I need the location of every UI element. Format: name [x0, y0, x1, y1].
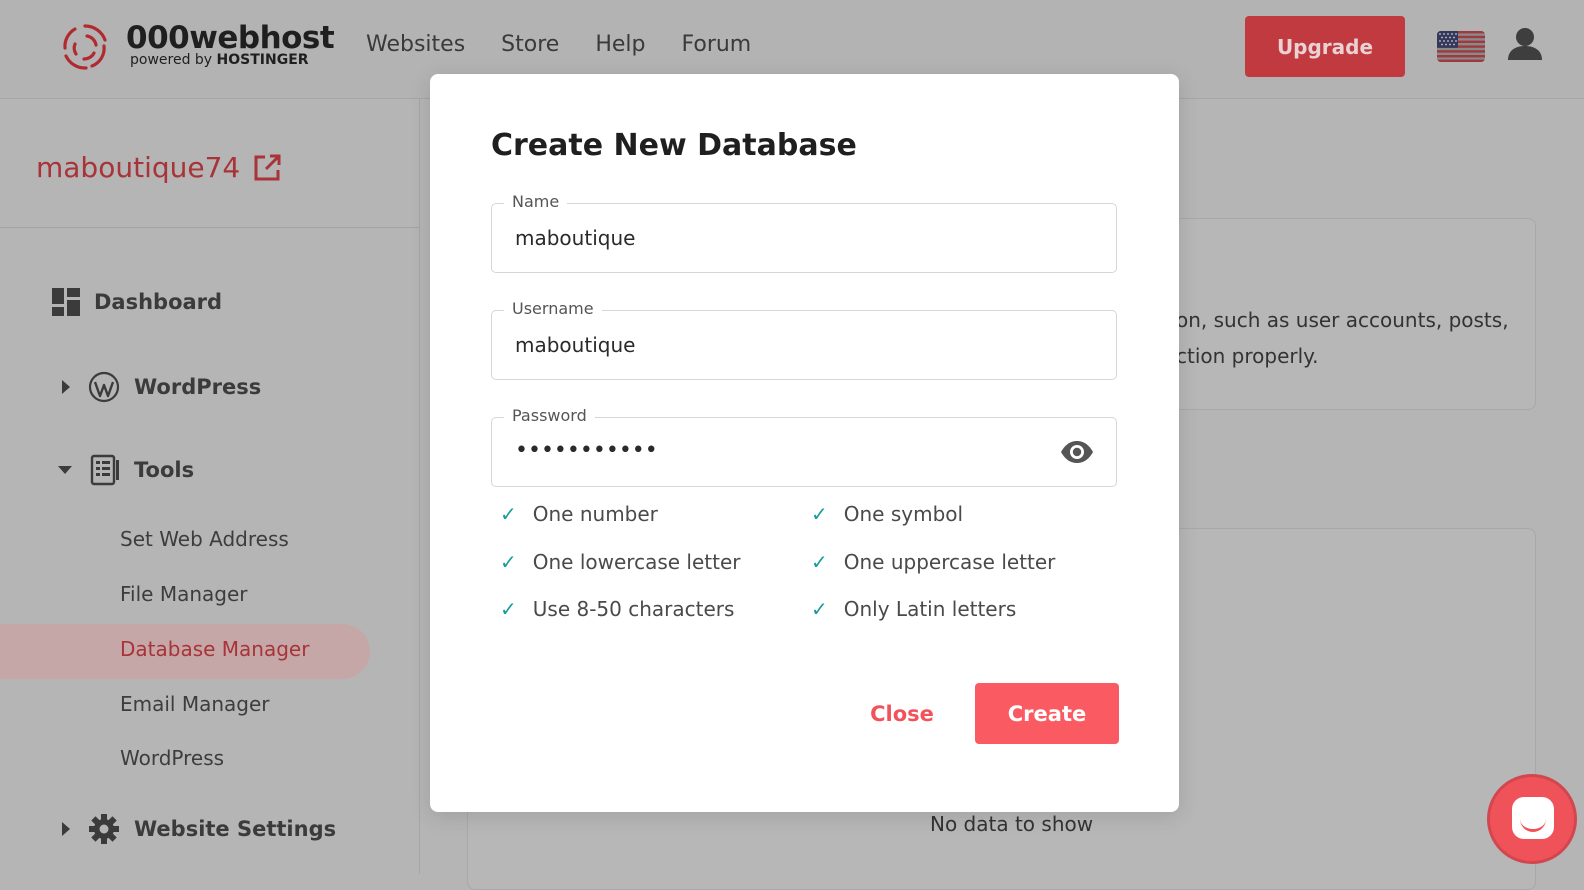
- check-icon: ✓: [811, 502, 828, 526]
- logo-sub-prefix: powered by: [130, 52, 217, 68]
- upgrade-button[interactable]: Upgrade: [1245, 16, 1405, 77]
- user-account-icon[interactable]: [1507, 26, 1543, 66]
- requirement-item: ✓ One uppercase letter: [811, 550, 1055, 574]
- nav-forum[interactable]: Forum: [681, 32, 751, 57]
- logo-subtext: powered by HOSTINGER: [130, 52, 309, 68]
- requirement-label: One number: [532, 502, 658, 526]
- username-input[interactable]: [515, 333, 1035, 357]
- sidebar-item-tools[interactable]: Tools: [58, 454, 194, 486]
- sidebar-item-label: Tools: [134, 458, 195, 482]
- sidebar-sub-file-manager[interactable]: File Manager: [120, 582, 248, 606]
- sidebar-item-website-settings[interactable]: Website Settings: [62, 813, 336, 845]
- show-password-eye-icon[interactable]: [1060, 440, 1094, 464]
- name-field[interactable]: Name: [491, 192, 1117, 273]
- sidebar-divider: [0, 227, 419, 228]
- requirement-label: Only Latin letters: [843, 597, 1017, 621]
- close-button[interactable]: Close: [842, 684, 962, 744]
- requirement-label: One symbol: [843, 502, 964, 526]
- check-icon: ✓: [811, 597, 828, 621]
- logo-sub-brand: HOSTINGER: [216, 52, 309, 68]
- caret-down-icon: [58, 466, 72, 474]
- nav-help[interactable]: Help: [595, 32, 645, 57]
- modal-title: Create New Database: [491, 128, 857, 163]
- empty-state-text: No data to show: [930, 812, 1094, 836]
- sidebar-item-wordpress[interactable]: WordPress: [62, 371, 261, 403]
- password-input[interactable]: •••••••••••: [515, 438, 1035, 463]
- logo[interactable]: 000webhost powered by HOSTINGER: [58, 18, 335, 76]
- sidebar-sub-email-manager[interactable]: Email Manager: [120, 692, 270, 716]
- sidebar-item-dashboard[interactable]: Dashboard: [52, 288, 222, 316]
- site-name: maboutique74: [36, 151, 241, 184]
- sidebar-item-label: Website Settings: [134, 817, 337, 841]
- info-card-line: ction properly.: [1176, 344, 1319, 368]
- requirement-label: Use 8-50 characters: [532, 597, 735, 621]
- logo-swirl-icon: [63, 24, 107, 70]
- create-button[interactable]: Create: [975, 683, 1119, 744]
- sidebar-sub-wordpress[interactable]: WordPress: [120, 746, 224, 770]
- sidebar-sub-database-manager[interactable]: Database Manager: [120, 637, 309, 661]
- info-card-text: on, such as user accounts, posts, ction …: [1176, 302, 1509, 374]
- sidebar-item-label: Dashboard: [94, 290, 223, 314]
- info-card-line: on, such as user accounts, posts,: [1176, 308, 1509, 332]
- caret-right-icon: [62, 822, 70, 836]
- main-nav: Websites Store Help Forum: [366, 32, 751, 57]
- sidebar-sub-set-web-address[interactable]: Set Web Address: [120, 527, 289, 551]
- check-icon: ✓: [811, 550, 828, 574]
- sidebar-item-label: WordPress: [134, 375, 262, 399]
- dashboard-icon: [52, 288, 80, 316]
- us-flag-icon[interactable]: [1437, 31, 1485, 62]
- chat-icon: [1512, 797, 1554, 839]
- create-database-modal: Create New Database Name Username Passwo…: [430, 74, 1179, 812]
- nav-store[interactable]: Store: [501, 32, 559, 57]
- requirement-item: ✓ One lowercase letter: [500, 550, 741, 574]
- password-field-label: Password: [504, 406, 595, 425]
- chat-support-button[interactable]: [1487, 774, 1577, 864]
- external-link-icon: [254, 154, 281, 180]
- check-icon: ✓: [500, 597, 517, 621]
- gear-icon: [89, 814, 119, 844]
- wordpress-icon: [88, 371, 120, 403]
- username-field-label: Username: [504, 299, 602, 318]
- check-icon: ✓: [500, 550, 517, 574]
- requirement-item: ✓ One number: [500, 502, 658, 526]
- nav-websites[interactable]: Websites: [366, 32, 465, 57]
- tools-icon: [90, 454, 119, 486]
- requirement-label: One uppercase letter: [843, 550, 1056, 574]
- requirement-item: ✓ Only Latin letters: [811, 597, 1016, 621]
- requirement-label: One lowercase letter: [532, 550, 741, 574]
- site-name-link[interactable]: maboutique74: [36, 151, 282, 184]
- logo-text: 000webhost: [126, 20, 335, 56]
- requirement-item: ✓ One symbol: [811, 502, 963, 526]
- sidebar: maboutique74 Dashboard WordPress Tools S…: [0, 99, 420, 874]
- username-field[interactable]: Username: [491, 299, 1117, 380]
- check-icon: ✓: [500, 502, 517, 526]
- name-field-label: Name: [504, 192, 568, 211]
- name-input[interactable]: [515, 226, 1035, 250]
- caret-right-icon: [62, 380, 70, 394]
- password-field[interactable]: Password •••••••••••: [491, 406, 1117, 487]
- requirement-item: ✓ Use 8-50 characters: [500, 597, 734, 621]
